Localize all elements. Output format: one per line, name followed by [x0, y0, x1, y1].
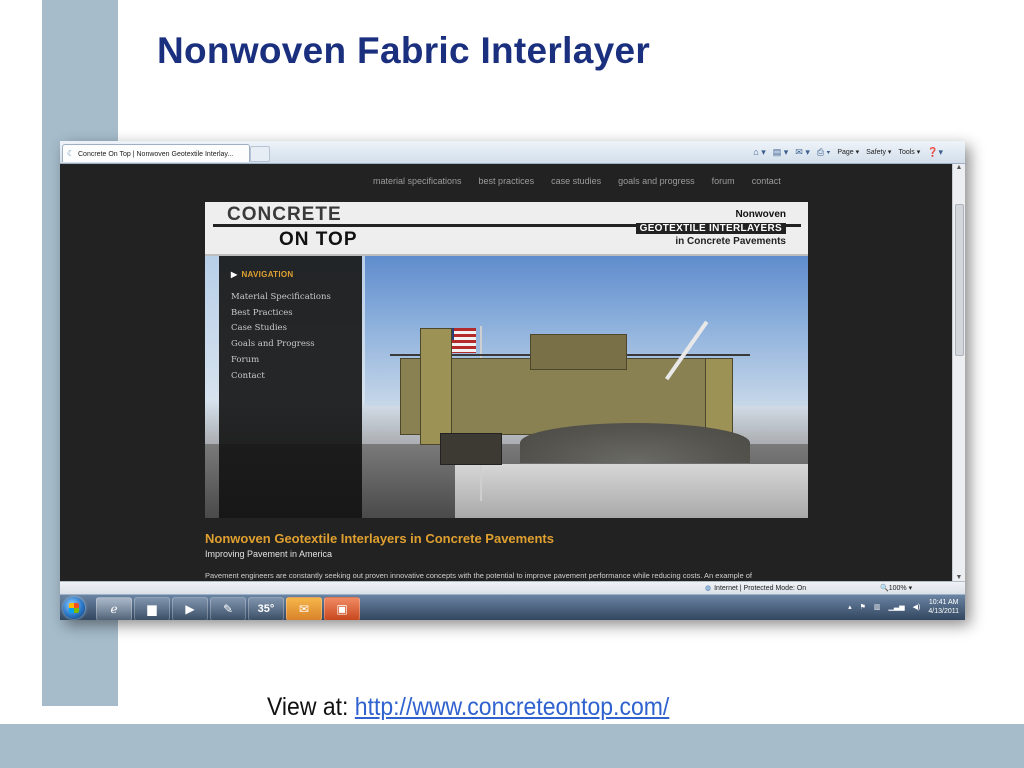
- nav-item-forum[interactable]: Forum: [231, 353, 331, 369]
- nav-item-case-studies[interactable]: Case Studies: [231, 321, 331, 337]
- print-icon[interactable]: ⎙ ▾: [817, 147, 830, 158]
- topnav-best-practices[interactable]: best practices: [479, 176, 535, 186]
- windows-logo-icon: [69, 603, 79, 613]
- signal-icon[interactable]: ▁▃▅: [889, 603, 905, 611]
- machine-tower-left: [420, 328, 452, 445]
- site-navigation-panel: ▶ NAVIGATION Material Specifications Best…: [219, 256, 362, 518]
- machine-cab: [530, 334, 627, 370]
- zoom-level: 100%: [888, 585, 907, 592]
- safety-menu[interactable]: Safety ▾: [866, 148, 891, 156]
- browser-screenshot: ☾ Concrete On Top | Nonwoven Geotextile I…: [60, 141, 965, 620]
- powerpoint-icon: ▣: [336, 602, 348, 616]
- browser-status-bar: ◍ Internet | Protected Mode: On 🔍100% ▾: [60, 581, 965, 595]
- messenger-taskbar-button[interactable]: ✎: [210, 597, 246, 620]
- concrete-pile: [520, 423, 750, 463]
- network-icon[interactable]: ▥: [874, 603, 881, 611]
- messenger-icon: ✎: [222, 602, 234, 616]
- view-at-line: View at: http://www.concreteontop.com/: [267, 693, 669, 722]
- decorative-bottom-band: [0, 724, 1024, 768]
- volume-icon[interactable]: ◀): [913, 603, 921, 611]
- clock-time: 10:41 AM: [928, 599, 959, 606]
- navigation-heading: ▶ NAVIGATION: [231, 270, 294, 279]
- browser-command-bar: ⌂ ▾ ▤ ▾ ✉ ▾ ⎙ ▾ Page ▾ Safety ▾ Tools ▾ …: [753, 141, 943, 163]
- nav-item-goals-and-progress[interactable]: Goals and Progress: [231, 337, 331, 353]
- browser-tab-title: Concrete On Top | Nonwoven Geotextile In…: [78, 151, 234, 158]
- security-zone-status[interactable]: ◍ Internet | Protected Mode: On: [705, 584, 806, 592]
- nav-item-best-practices[interactable]: Best Practices: [231, 306, 331, 322]
- mail-icon[interactable]: ✉ ▾: [795, 147, 810, 158]
- system-clock[interactable]: 10:41 AM 4/13/2011: [928, 598, 959, 616]
- folder-icon: ▆: [147, 602, 157, 616]
- security-zone-label: Internet | Protected Mode: On: [714, 585, 807, 592]
- new-tab-button[interactable]: [250, 146, 270, 162]
- view-at-label: View at:: [267, 693, 349, 721]
- topnav-material-specifications[interactable]: material specifications: [373, 176, 462, 186]
- show-hidden-icons-icon[interactable]: ▴: [848, 603, 852, 611]
- machine-track: [440, 433, 502, 465]
- powerpoint-taskbar-button[interactable]: ▣: [324, 597, 360, 620]
- globe-icon: ◍: [705, 585, 712, 592]
- brand-logo-line1[interactable]: CONCRETE: [227, 204, 342, 226]
- help-icon[interactable]: ❓▾: [927, 147, 943, 158]
- ie-icon: ℯ: [110, 602, 118, 616]
- explorer-taskbar-button[interactable]: ▆: [134, 597, 170, 620]
- windows-taskbar: ℯ ▆ ▶ ✎ 35° ✉ ▣ ▴ ⚑ ▥ ▁▃▅ ◀) 10:41 AM 4/…: [60, 594, 965, 620]
- article-subtitle: Improving Pavement in America: [205, 549, 333, 559]
- favicon-icon: ☾: [67, 149, 75, 158]
- paving-machine-graphic: [380, 318, 775, 501]
- media-player-taskbar-button[interactable]: ▶: [172, 597, 208, 620]
- browser-tab[interactable]: ☾ Concrete On Top | Nonwoven Geotextile I…: [62, 144, 250, 162]
- article-title: Nonwoven Geotextile Interlayers in Concr…: [205, 531, 554, 546]
- hero-road: [455, 464, 808, 518]
- weather-gadget-button[interactable]: 35°: [248, 597, 284, 620]
- scrollbar-thumb[interactable]: [955, 204, 964, 356]
- article-body: Pavement engineers are constantly seekin…: [205, 571, 752, 580]
- slide-title: Nonwoven Fabric Interlayer: [157, 30, 651, 71]
- site-top-nav: material specifications best practices c…: [373, 176, 781, 186]
- system-tray: ▴ ⚑ ▥ ▁▃▅ ◀) 10:41 AM 4/13/2011: [848, 598, 959, 616]
- navigation-heading-label: NAVIGATION: [241, 270, 294, 279]
- nav-item-contact[interactable]: Contact: [231, 369, 331, 385]
- home-icon[interactable]: ⌂ ▾: [753, 147, 765, 158]
- banner-tagline-3: in Concrete Pavements: [675, 236, 786, 247]
- hero-photo: ▶ NAVIGATION Material Specifications Best…: [205, 256, 808, 518]
- site-banner: CONCRETE ON TOP Nonwoven GEOTEXTILE INTE…: [205, 202, 808, 256]
- page-menu[interactable]: Page ▾: [837, 148, 859, 156]
- clock-date: 4/13/2011: [928, 608, 959, 615]
- action-center-icon[interactable]: ⚑: [860, 603, 866, 611]
- start-button[interactable]: [63, 597, 85, 619]
- scroll-up-icon[interactable]: ▲: [953, 164, 965, 171]
- topnav-goals-and-progress[interactable]: goals and progress: [618, 176, 695, 186]
- scroll-down-icon[interactable]: ▼: [953, 574, 965, 581]
- outlook-icon: ✉: [298, 602, 310, 616]
- internet-explorer-taskbar-button[interactable]: ℯ: [96, 597, 132, 620]
- feeds-icon[interactable]: ▤ ▾: [773, 147, 789, 158]
- topnav-contact[interactable]: contact: [752, 176, 781, 186]
- website-link[interactable]: http://www.concreteontop.com/: [355, 693, 669, 721]
- brand-logo-line2[interactable]: ON TOP: [279, 229, 358, 251]
- weather-temp: 35°: [257, 603, 275, 615]
- zoom-control[interactable]: 🔍100% ▾: [880, 584, 912, 592]
- banner-tagline-1: Nonwoven: [735, 209, 786, 220]
- caret-right-icon: ▶: [231, 270, 238, 279]
- navigation-list: Material Specifications Best Practices C…: [231, 290, 331, 384]
- zoom-icon: 🔍: [880, 585, 889, 592]
- media-player-icon: ▶: [185, 602, 195, 616]
- vertical-scrollbar[interactable]: ▲ ▼: [952, 164, 965, 581]
- outlook-taskbar-button[interactable]: ✉: [286, 597, 322, 620]
- nav-item-material-specifications[interactable]: Material Specifications: [231, 290, 331, 306]
- web-page-viewport: material specifications best practices c…: [60, 164, 953, 581]
- browser-tab-bar: ☾ Concrete On Top | Nonwoven Geotextile I…: [60, 141, 965, 164]
- topnav-case-studies[interactable]: case studies: [551, 176, 601, 186]
- banner-tagline-2: GEOTEXTILE INTERLAYERS: [635, 223, 786, 234]
- tools-menu[interactable]: Tools ▾: [898, 148, 920, 156]
- topnav-forum[interactable]: forum: [712, 176, 735, 186]
